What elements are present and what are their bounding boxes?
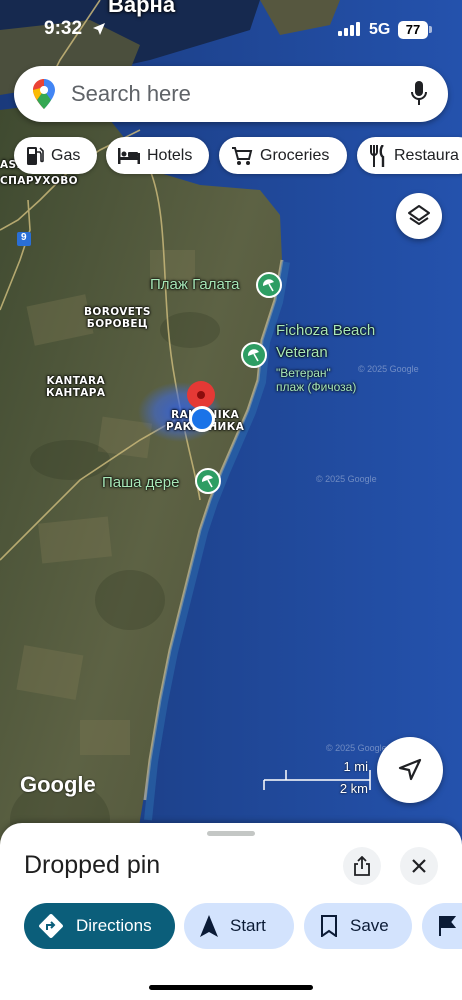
chip-gas[interactable]: Gas: [14, 137, 97, 174]
google-logo: Google: [20, 772, 96, 797]
sheet-title: Dropped pin: [24, 851, 161, 879]
beach-pin-galata[interactable]: [256, 272, 282, 298]
beach-label-veteran-cyr[interactable]: "Ветеран" плаж (Фичоза): [276, 366, 356, 394]
beach-label-fichoza[interactable]: Fichoza Beach: [276, 322, 375, 339]
place-bottom-sheet[interactable]: Dropped pin Directions Start Save: [0, 823, 462, 1000]
battery-icon: 77: [398, 21, 428, 39]
map-scale: 1 mi 2 km: [262, 759, 372, 800]
directions-label: Directions: [76, 916, 152, 935]
chip-gas-label: Gas: [51, 146, 81, 164]
beach-pin-pasha-dere[interactable]: [195, 468, 221, 494]
layers-icon: [408, 205, 430, 225]
beach-pin-fichoza[interactable]: [241, 342, 267, 368]
save-button[interactable]: Save: [304, 903, 412, 949]
bed-icon: [118, 147, 140, 164]
district-label-kantara: KANTARA КАНТАРА: [46, 375, 106, 399]
umbrella-icon: [201, 475, 213, 488]
location-arrow-icon: [93, 23, 105, 35]
my-location-button[interactable]: [377, 737, 443, 803]
map-watermark: © 2025 Google: [316, 474, 377, 484]
road-number-label: 9: [21, 232, 27, 243]
chip-groceries-label: Groceries: [260, 146, 330, 164]
cart-icon: [232, 146, 253, 165]
search-bar[interactable]: Search here: [14, 66, 448, 122]
layers-button[interactable]: [396, 193, 442, 239]
close-icon: [412, 859, 426, 873]
share-button[interactable]: [343, 847, 381, 885]
map-watermark: © 2025 Google: [326, 743, 387, 753]
navigation-arrow-outline-icon: [398, 758, 422, 781]
map-watermark: © 2025 Google: [358, 364, 419, 374]
drag-handle[interactable]: [207, 831, 255, 836]
chip-restaurants[interactable]: Restaura: [357, 137, 462, 174]
chip-restaurants-label: Restaura: [394, 146, 459, 164]
flag-icon: [439, 916, 456, 936]
close-button[interactable]: [400, 847, 438, 885]
google-maps-pin-icon: [33, 79, 55, 109]
beach-label-veteran[interactable]: Veteran: [276, 344, 328, 361]
umbrella-icon: [262, 279, 274, 292]
home-indicator: [149, 985, 313, 990]
scale-metric: 2 km: [339, 781, 368, 796]
start-label: Start: [230, 916, 266, 935]
umbrella-icon: [247, 349, 259, 362]
battery-tip: [429, 26, 432, 33]
status-time: 9:32: [44, 18, 83, 39]
chip-groceries[interactable]: Groceries: [219, 137, 347, 174]
fork-knife-icon: [370, 144, 385, 167]
current-location-dot[interactable]: [189, 406, 215, 432]
directions-icon: [39, 914, 63, 938]
status-bar: 9:32 5G 77: [0, 0, 462, 60]
beach-label-pasha-dere[interactable]: Паша дере: [102, 474, 179, 491]
category-chips: Gas Hotels Groceries Restaura: [0, 137, 462, 175]
signal-bars-icon: [338, 22, 360, 36]
district-label-borovets: BOROVETS БОРОВЕЦ: [84, 306, 151, 330]
directions-button[interactable]: Directions: [24, 903, 175, 949]
save-label: Save: [350, 916, 389, 935]
share-icon: [354, 856, 370, 876]
chip-hotels[interactable]: Hotels: [106, 137, 209, 174]
navigation-arrow-icon: [200, 915, 218, 937]
beach-label-galata[interactable]: Плаж Галата: [150, 276, 240, 293]
network-type: 5G: [369, 21, 391, 38]
label-button[interactable]: [422, 903, 462, 949]
search-input[interactable]: Search here: [71, 81, 191, 107]
start-button[interactable]: Start: [184, 903, 294, 949]
chip-hotels-label: Hotels: [147, 146, 193, 164]
scale-imperial: 1 mi: [343, 759, 368, 774]
microphone-icon[interactable]: [411, 81, 427, 107]
bookmark-icon: [321, 915, 337, 937]
gas-station-icon: [27, 146, 44, 165]
